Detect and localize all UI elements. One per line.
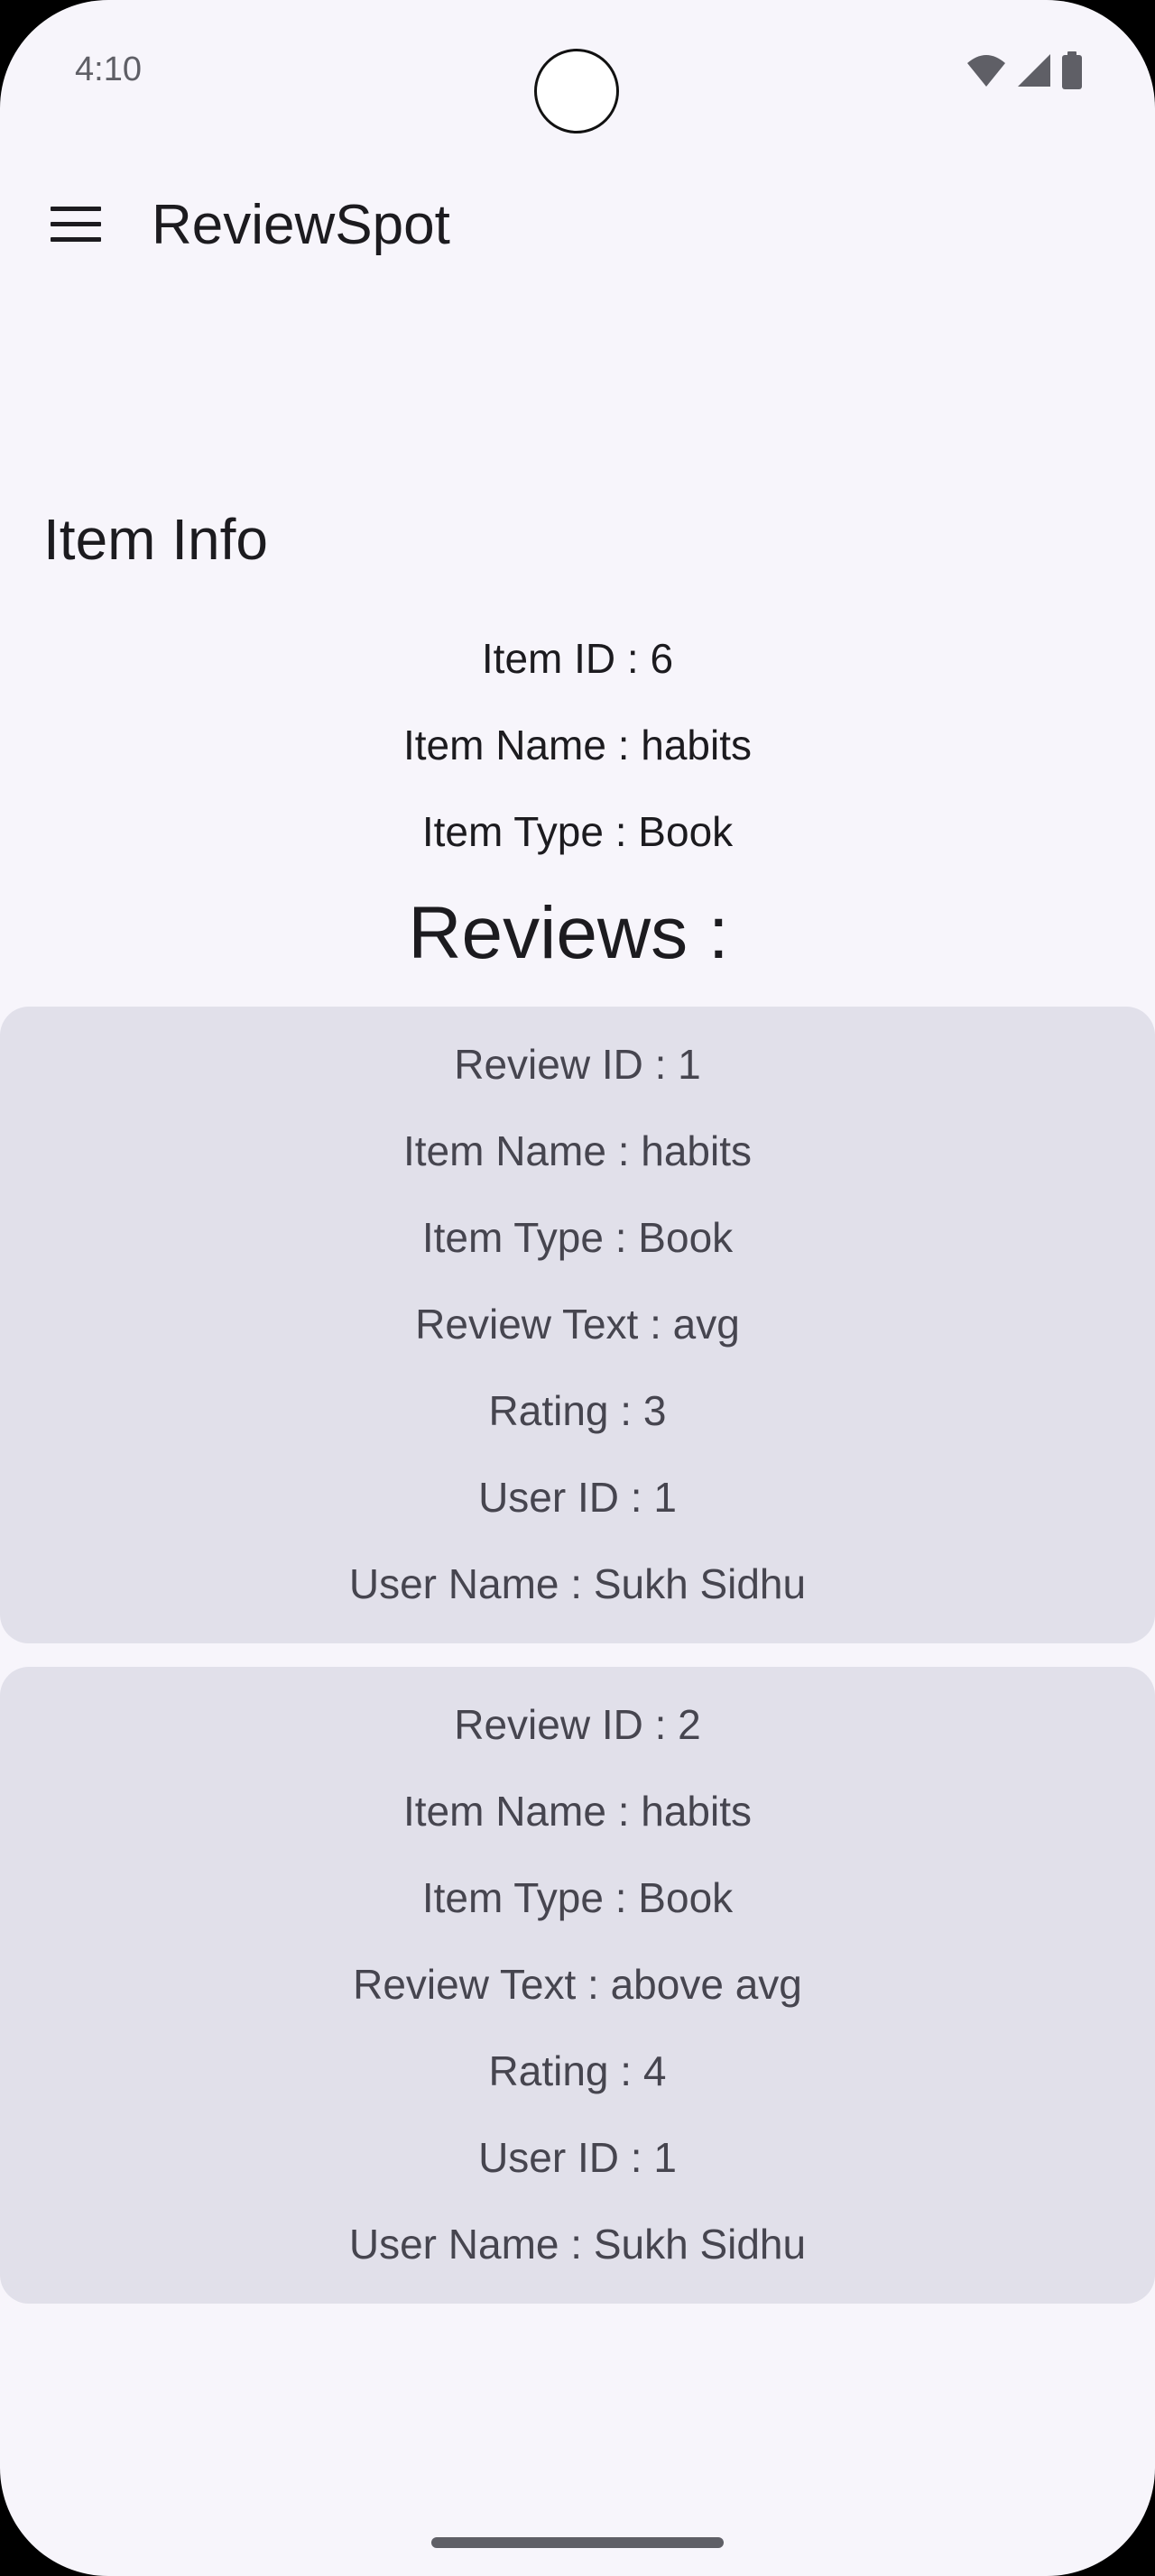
- review-rating: Rating : 4: [488, 2047, 667, 2094]
- review-user-name: User Name : Sukh Sidhu: [348, 1560, 807, 1607]
- status-icons: [966, 51, 1083, 90]
- item-info-title: Item Info: [43, 507, 268, 572]
- item-id: Item ID : 6: [481, 635, 674, 682]
- hamburger-menu-icon: [51, 205, 101, 247]
- app-screen: 4:10 ReviewSpot Item Info Item ID: 6 It…: [0, 0, 1155, 2576]
- reviews-heading: Reviews :: [408, 892, 729, 974]
- cell-signal-icon: [1016, 52, 1052, 88]
- top-app-bar: ReviewSpot: [0, 171, 1155, 280]
- review-text: Review Text : avg: [415, 1301, 740, 1348]
- item-name: Item Name : habits: [402, 722, 753, 768]
- review-rating: Rating : 3: [488, 1387, 667, 1434]
- home-indicator[interactable]: [431, 2537, 724, 2548]
- review-card[interactable]: Review ID : 1 Item Name : habits Item Ty…: [0, 1007, 1155, 1643]
- status-time: 4:10: [75, 51, 142, 88]
- review-card[interactable]: Review ID : 2 Item Name : habits Item Ty…: [0, 1667, 1155, 2304]
- review-user-id: User ID : 1: [478, 1474, 677, 1521]
- item-type: Item Type : Book: [421, 808, 734, 855]
- review-id: Review ID : 2: [454, 1701, 701, 1748]
- review-item-type: Item Type : Book: [421, 1214, 734, 1261]
- camera-cutout: [534, 49, 619, 133]
- review-user-name: User Name : Sukh Sidhu: [348, 2221, 807, 2268]
- battery-icon: [1061, 51, 1083, 89]
- review-item-type: Item Type : Book: [421, 1874, 734, 1921]
- review-id: Review ID : 1: [454, 1041, 701, 1088]
- review-item-name: Item Name : habits: [402, 1788, 753, 1835]
- review-item-name: Item Name : habits: [402, 1127, 753, 1174]
- review-user-id: User ID : 1: [478, 2134, 677, 2181]
- wifi-icon: [966, 52, 1007, 88]
- menu-button[interactable]: [40, 198, 112, 253]
- review-text: Review Text : above avg: [353, 1961, 802, 2008]
- app-title: ReviewSpot: [152, 194, 450, 256]
